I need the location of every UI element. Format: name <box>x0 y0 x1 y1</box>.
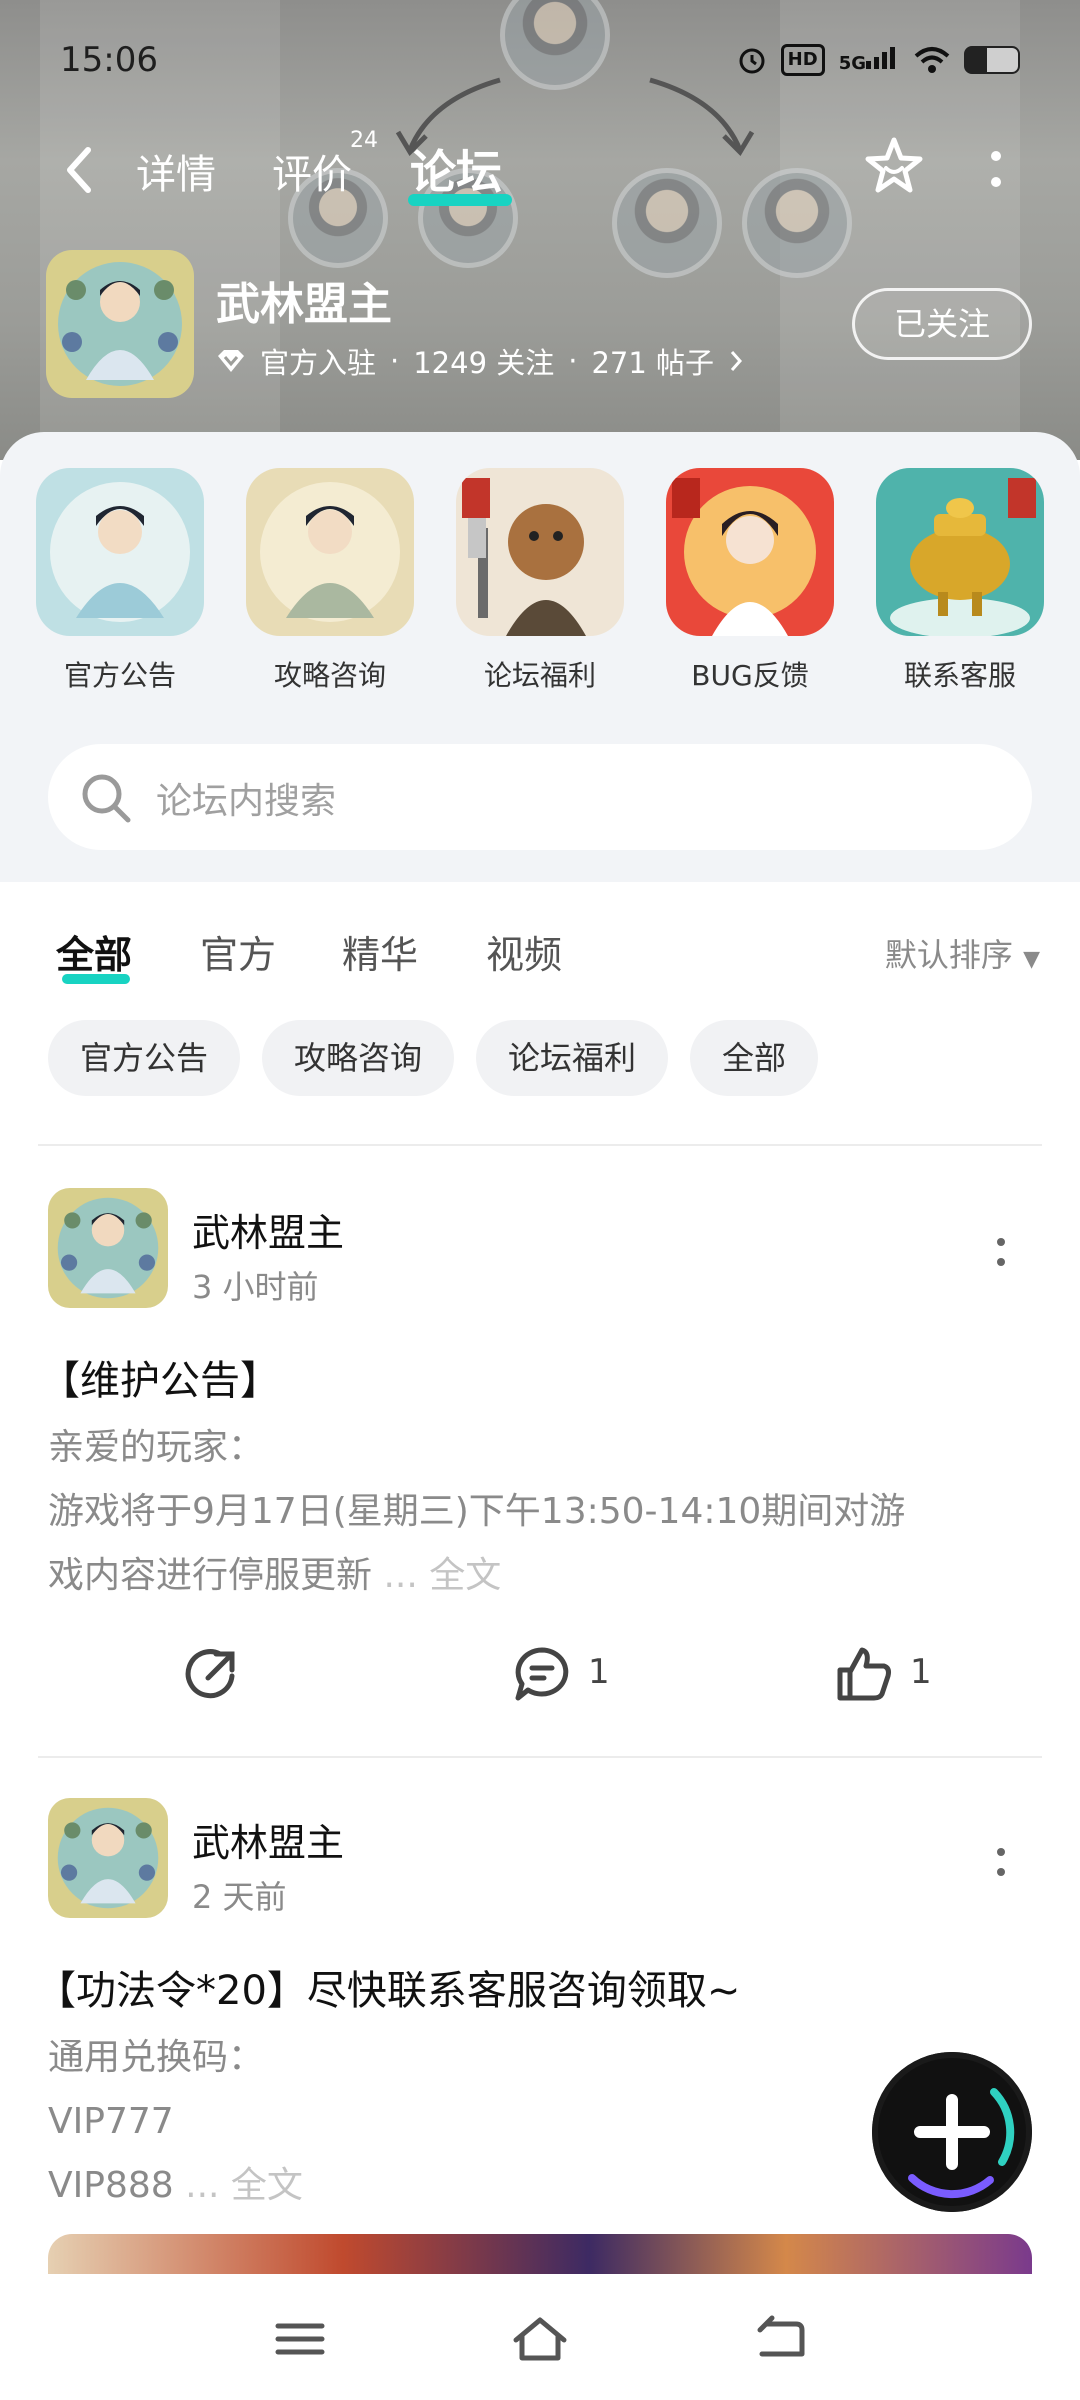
menu-icon[interactable] <box>272 2314 328 2364</box>
chip-official-notice[interactable]: 官方公告 <box>48 1020 241 1096</box>
shortcut-strategy[interactable]: 攻略咨询 <box>246 468 414 694</box>
post-more-icon[interactable] <box>994 1236 1008 1268</box>
post-body-line: 游戏将于9月17日(星期三)下午13:50-14:10期间对游 <box>48 1491 906 1532</box>
battery-icon <box>964 46 1020 74</box>
status-bar: 15:06 HD 5G <box>60 38 1020 86</box>
like-icon[interactable] <box>834 1644 894 1704</box>
post-card[interactable]: 武林盟主 3 小时前 【维护公告】 亲爱的玩家： 游戏将于9月17日(星期三)下… <box>0 1188 1080 1728</box>
post-image-preview[interactable] <box>48 2234 1032 2274</box>
tab-reviews[interactable]: 评价 <box>272 142 352 200</box>
hd-icon: HD <box>780 44 825 76</box>
more-options-icon[interactable] <box>984 146 1008 194</box>
author-avatar[interactable] <box>48 1188 168 1308</box>
home-icon[interactable] <box>512 2314 568 2364</box>
shortcut-label: 官方公告 <box>63 659 176 692</box>
meta-separator: · <box>390 344 400 378</box>
author-name[interactable]: 武林盟主 <box>192 1202 344 1257</box>
divider <box>38 1756 1042 1758</box>
tab-forum[interactable]: 论坛 <box>410 136 502 202</box>
top-navigation: 详情 评价 24 论坛 <box>0 120 1080 220</box>
plus-icon <box>908 2088 1015 2199</box>
forum-shortcuts-panel: 官方公告 攻略咨询 论坛福利 BUG反馈 联系客服 论坛内搜索 <box>0 432 1080 882</box>
post-title[interactable]: 【维护公告】 <box>40 1348 280 1406</box>
forum-logo <box>46 250 194 398</box>
status-time: 15:06 <box>60 40 158 80</box>
back-arrow-icon[interactable] <box>58 142 102 198</box>
meta-separator: · <box>568 344 578 378</box>
posts-count[interactable]: 271 帖子 <box>591 340 714 382</box>
read-more-link[interactable]: ... 全文 <box>185 2165 303 2206</box>
filter-tab-featured[interactable]: 精华 <box>342 924 418 979</box>
tab-details[interactable]: 详情 <box>136 142 216 200</box>
post-time: 2 天前 <box>192 1878 287 1916</box>
shortcut-welfare[interactable]: 论坛福利 <box>456 468 624 694</box>
divider <box>38 1144 1042 1146</box>
chevron-right-icon <box>730 351 743 371</box>
official-diamond-icon <box>218 350 244 372</box>
reviews-count-badge: 24 <box>350 128 378 153</box>
share-icon[interactable] <box>180 1644 240 1704</box>
sort-dropdown[interactable]: 默认排序 ▼ <box>885 930 1040 976</box>
follow-button[interactable]: 已关注 <box>852 288 1032 360</box>
shortcut-label: 攻略咨询 <box>273 659 386 692</box>
post-body-line: 戏内容进行停服更新 ... 全文 <box>48 1555 502 1596</box>
back-icon[interactable] <box>752 2314 808 2364</box>
shortcut-official-notice[interactable]: 官方公告 <box>36 468 204 694</box>
cultivator-icon <box>246 468 414 636</box>
chip-all[interactable]: 全部 <box>690 1020 819 1096</box>
wifi-icon <box>914 47 950 73</box>
immortal-girl-icon <box>666 468 834 636</box>
post-more-icon[interactable] <box>994 1846 1008 1878</box>
caret-down-icon: ▼ <box>1023 947 1040 972</box>
post-time: 3 小时前 <box>192 1268 319 1306</box>
cultivator-icon <box>36 468 204 636</box>
filter-tab-video[interactable]: 视频 <box>486 924 562 979</box>
author-name[interactable]: 武林盟主 <box>192 1812 344 1867</box>
shortcut-bug-report[interactable]: BUG反馈 <box>666 468 834 694</box>
create-post-button[interactable] <box>872 2052 1032 2212</box>
alarm-icon <box>739 48 765 74</box>
like-count: 1 <box>910 1652 932 1692</box>
post-title[interactable]: 【功法令*20】尽快联系客服咨询领取~ <box>36 1958 740 2016</box>
shortcut-customer-service[interactable]: 联系客服 <box>876 468 1044 694</box>
bear-warrior-icon <box>456 468 624 636</box>
post-actions: 1 1 <box>0 1634 1080 1714</box>
comment-count: 1 <box>588 1652 610 1692</box>
system-navigation-bar <box>0 2274 1080 2400</box>
shortcut-label: 论坛福利 <box>483 659 596 692</box>
forum-header: 15:06 HD 5G 详情 评价 24 论坛 武林盟主 官方入驻 · 1249… <box>0 0 1080 460</box>
favorite-star-icon[interactable] <box>862 134 926 198</box>
post-body[interactable]: 亲爱的玩家： 游戏将于9月17日(星期三)下午13:50-14:10期间对游 戏… <box>48 1416 1038 1608</box>
comment-icon[interactable] <box>512 1644 572 1704</box>
active-filter-indicator <box>62 974 130 984</box>
post-body-line: 亲爱的玩家： <box>48 1427 265 1468</box>
post-filter-tabs: 全部 官方 精华 视频 默认排序 ▼ <box>0 882 1080 984</box>
forum-meta: 官方入驻 · 1249 关注 · 271 帖子 <box>216 340 744 382</box>
signal-icon: 5G <box>839 45 900 75</box>
chip-strategy[interactable]: 攻略咨询 <box>262 1020 455 1096</box>
golden-cauldron-icon <box>876 468 1044 636</box>
forum-search-bar[interactable]: 论坛内搜索 <box>48 744 1032 850</box>
filter-tab-official[interactable]: 官方 <box>200 924 276 979</box>
official-label: 官方入驻 <box>260 346 377 380</box>
shortcut-label: BUG反馈 <box>691 659 809 692</box>
shortcut-label: 联系客服 <box>903 659 1016 692</box>
search-icon <box>82 774 131 823</box>
read-more-link[interactable]: ... 全文 <box>383 1555 501 1596</box>
author-avatar[interactable] <box>48 1798 168 1918</box>
sort-label: 默认排序 <box>884 936 1013 974</box>
chip-welfare[interactable]: 论坛福利 <box>476 1020 669 1096</box>
search-input[interactable]: 论坛内搜索 <box>156 772 336 824</box>
filter-tab-all[interactable]: 全部 <box>56 924 132 979</box>
forum-name: 武林盟主 <box>216 279 392 330</box>
followers-count: 1249 关注 <box>413 346 555 380</box>
category-chips: 官方公告 攻略咨询 论坛福利 全部 <box>48 1020 819 1096</box>
